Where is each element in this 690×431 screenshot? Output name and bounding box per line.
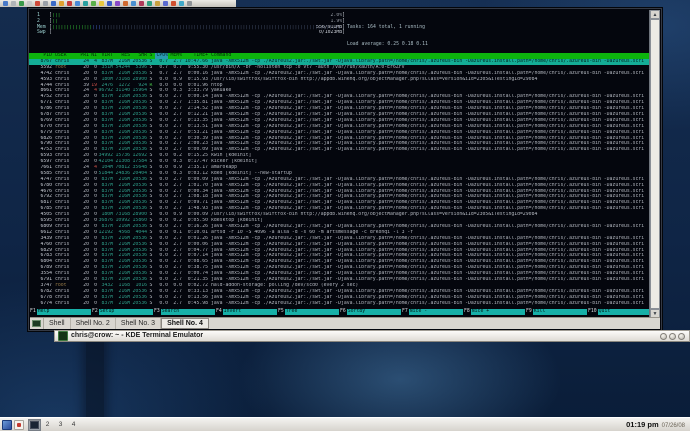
fkey-kill[interactable]: F9Kill <box>525 309 587 315</box>
htop-screen: 1[|||2.0%] 2[||1.9%] Mem[|||||||||||||||… <box>29 9 649 319</box>
launcher-icon[interactable] <box>99 1 104 6</box>
new-session-icon <box>32 320 41 327</box>
session-tab-bar: ShellShell No. 2Shell No. 3Shell No. 4 <box>30 317 660 329</box>
tasks-summary: Tasks: 164 total, 1 running <box>347 25 428 31</box>
minimize-button[interactable] <box>660 333 667 340</box>
pager-desktop-2[interactable]: 2 <box>41 419 54 431</box>
launcher-icon[interactable] <box>107 1 112 6</box>
launcher-icon[interactable] <box>123 1 128 6</box>
fkey-tree[interactable]: F5Tree <box>277 309 339 315</box>
launcher-icon[interactable] <box>43 1 48 6</box>
tab-shell-4[interactable]: Shell No. 4 <box>161 318 209 329</box>
fkey-setup[interactable]: F2Setup <box>91 309 153 315</box>
launcher-icon[interactable] <box>163 1 168 6</box>
pager-desktop-3[interactable]: 3 <box>54 419 67 431</box>
load-average: Load average: 0.25 0.18 0.11 <box>347 42 428 48</box>
function-key-bar[interactable]: F1HelpF2SetupF3SearchF4InvertF5TreeF6Sor… <box>29 309 649 315</box>
scrollbar-thumb[interactable] <box>650 19 660 309</box>
desktop-background: 1[|||2.0%] 2[||1.9%] Mem[|||||||||||||||… <box>0 0 690 431</box>
desktop-thumbnail <box>30 421 39 429</box>
taskbar: chris@crow: ~ - KDE Terminal Emulator <box>54 330 690 342</box>
fkey-search[interactable]: F3Search <box>153 309 215 315</box>
fkey-help[interactable]: F1Help <box>29 309 91 315</box>
htop-meters: 1[|||2.0%] 2[||1.9%] Mem[|||||||||||||||… <box>37 13 345 36</box>
konsole-icon <box>58 331 68 341</box>
scroll-up-icon[interactable]: ▲ <box>650 10 660 19</box>
launcher-icon[interactable] <box>91 1 96 6</box>
fkey-sortby[interactable]: F6SortBy <box>339 309 401 315</box>
launcher-icon[interactable] <box>35 1 40 6</box>
launcher-icon[interactable] <box>139 1 144 6</box>
launcher-icon[interactable] <box>155 1 160 6</box>
session-tabs: ShellShell No. 2Shell No. 3Shell No. 4 <box>44 318 660 329</box>
launcher-icon[interactable] <box>3 1 8 6</box>
tab-shell-1[interactable]: Shell <box>44 318 71 329</box>
panel-icon-1[interactable] <box>2 420 12 430</box>
terminal-scrollbar[interactable]: ▲ ▼ <box>649 10 660 318</box>
maximize-button[interactable] <box>669 333 676 340</box>
launcher-icon[interactable] <box>51 1 56 6</box>
clock-date: 07/26/08 <box>662 423 685 429</box>
tab-shell-2[interactable]: Shell No. 2 <box>71 318 116 329</box>
kicker-panel: 234 01:19 pm 07/26/08 <box>0 417 690 431</box>
launcher-icon[interactable] <box>171 1 176 6</box>
launcher-icon[interactable] <box>83 1 88 6</box>
new-session-button[interactable] <box>30 318 44 329</box>
pager-desktop-1[interactable] <box>28 419 41 431</box>
window-buttons <box>660 333 686 340</box>
launcher-icon[interactable] <box>27 1 32 6</box>
clock[interactable]: 01:19 pm 07/26/08 <box>626 420 688 429</box>
fkey-nice[interactable]: F7Nice - <box>401 309 463 315</box>
swap-meter: Swp[0/1023MB] <box>37 30 345 36</box>
clock-time: 01:19 pm <box>626 420 659 429</box>
terminal-window: 1[|||2.0%] 2[||1.9%] Mem[|||||||||||||||… <box>28 8 662 331</box>
launcher-icon[interactable] <box>59 1 64 6</box>
launcher-icon[interactable] <box>67 1 72 6</box>
launcher-icon[interactable] <box>115 1 120 6</box>
launcher-icon[interactable] <box>187 1 192 6</box>
fkey-invert[interactable]: F4Invert <box>215 309 277 315</box>
launcher-icon[interactable] <box>147 1 152 6</box>
close-button[interactable] <box>678 333 685 340</box>
taskbar-window-title[interactable]: chris@crow: ~ - KDE Terminal Emulator <box>71 331 657 341</box>
panel-icon-2[interactable] <box>14 420 24 430</box>
tab-shell-3[interactable]: Shell No. 3 <box>116 318 161 329</box>
launcher-icon[interactable] <box>131 1 136 6</box>
fkey-quit[interactable]: F10Quit <box>587 309 649 315</box>
process-row[interactable]: 6774chris200837M216M20536S0.02.70:45.98j… <box>29 301 649 307</box>
launcher-icon[interactable] <box>19 1 24 6</box>
fkey-nice[interactable]: F8Nice + <box>463 309 525 315</box>
launcher-icon[interactable] <box>75 1 80 6</box>
launcher-icon[interactable] <box>179 1 184 6</box>
process-table: 8767chris244837M216M20536S0.72.710:47.66… <box>29 59 649 306</box>
desktop-pager: 234 <box>28 419 80 431</box>
pager-desktop-4[interactable]: 4 <box>67 419 80 431</box>
launcher-icon[interactable] <box>11 1 16 6</box>
top-panel <box>0 0 236 7</box>
